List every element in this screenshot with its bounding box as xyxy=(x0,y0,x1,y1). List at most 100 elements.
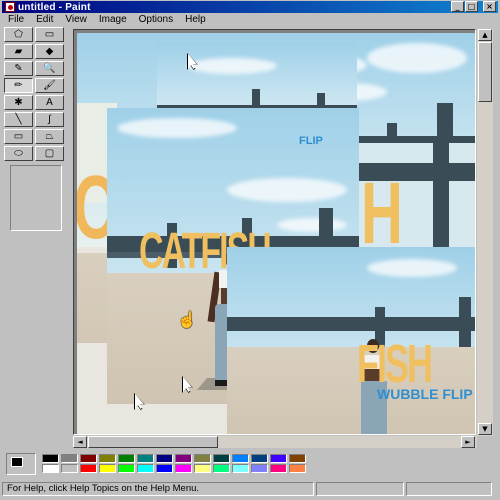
color-swatch[interactable] xyxy=(42,464,59,473)
polygon-tool-button[interactable]: ⏢ xyxy=(35,129,64,144)
menu-bar: File Edit View Image Options Help xyxy=(2,13,498,26)
line-icon: ╲ xyxy=(15,114,22,125)
vertical-scrollbar[interactable]: ▲ ▼ xyxy=(477,29,493,436)
collage-title-fragment-h-large: H xyxy=(361,165,403,253)
airbrush-tool-button[interactable]: ✱ xyxy=(4,95,33,110)
foreground-color-swatch[interactable] xyxy=(11,457,23,467)
menu-edit[interactable]: Edit xyxy=(30,14,59,25)
text-tool-button[interactable]: A xyxy=(35,95,64,110)
current-colors[interactable] xyxy=(6,453,36,475)
tool-grid: ⬠ ▭ ▰ ◆ ✎ 🔍 ✏ 🖌 ✱ A ╲ ∫ ▭ ⏢ ⬭ ▢ xyxy=(4,27,68,161)
color-swatch[interactable] xyxy=(213,454,230,463)
color-swatch[interactable] xyxy=(232,454,249,463)
ellipse-tool-button[interactable]: ⬭ xyxy=(4,146,33,161)
color-swatch[interactable] xyxy=(270,464,287,473)
scroll-left-button[interactable]: ◄ xyxy=(73,436,87,448)
color-palette xyxy=(4,451,314,477)
curve-tool-button[interactable]: ∫ xyxy=(35,112,64,127)
eraser-tool-button[interactable]: ▰ xyxy=(4,44,33,59)
menu-options[interactable]: Options xyxy=(133,14,179,25)
color-swatch[interactable] xyxy=(270,454,287,463)
collage-subtitle-bottom: WUBBLE FLIP xyxy=(377,386,473,402)
status-bar: For Help, click Help Topics on the Help … xyxy=(2,481,498,497)
collage-photo-bottom-right: FISH WUBBLE FLIP xyxy=(227,247,475,434)
color-swatch[interactable] xyxy=(137,464,154,473)
pencil-tool-button[interactable]: ✏ xyxy=(4,78,33,93)
brush-icon: 🖌 xyxy=(43,80,56,91)
free-form-select-tool-button[interactable]: ⬠ xyxy=(4,27,33,42)
title-bar[interactable]: untitled - Paint _ □ × xyxy=(2,1,498,13)
paint-window: untitled - Paint _ □ × File Edit View Im… xyxy=(0,0,500,500)
color-swatch[interactable] xyxy=(251,464,268,473)
select-tool-button[interactable]: ▭ xyxy=(35,27,64,42)
curve-icon: ∫ xyxy=(48,114,51,125)
color-swatches xyxy=(42,454,307,473)
title-buttons: _ □ × xyxy=(451,1,496,12)
color-swatch[interactable] xyxy=(289,464,306,473)
fill-icon: ◆ xyxy=(45,46,54,57)
select-icon: ▭ xyxy=(44,29,55,40)
canvas-area[interactable]: H C xyxy=(73,29,476,435)
vertical-scroll-thumb[interactable] xyxy=(478,42,492,102)
window-title: untitled - Paint xyxy=(18,1,91,13)
free-form-select-icon: ⬠ xyxy=(14,29,23,40)
menu-view[interactable]: View xyxy=(59,14,93,25)
color-swatch[interactable] xyxy=(80,454,97,463)
color-swatch[interactable] xyxy=(156,464,173,473)
collage-subtitle-fragment: FLIP xyxy=(299,135,323,147)
collage-photo-right-middle: H xyxy=(359,143,475,253)
color-swatch[interactable] xyxy=(137,454,154,463)
status-size xyxy=(406,482,492,496)
scroll-corner xyxy=(477,436,493,448)
color-swatch[interactable] xyxy=(232,464,249,473)
magnifier-icon: 🔍 xyxy=(43,63,56,74)
color-swatch[interactable] xyxy=(289,454,306,463)
color-swatch[interactable] xyxy=(99,454,116,463)
tool-options-box[interactable] xyxy=(10,165,62,231)
color-swatch[interactable] xyxy=(175,454,192,463)
toolbox: ⬠ ▭ ▰ ◆ ✎ 🔍 ✏ 🖌 ✱ A ╲ ∫ ▭ ⏢ ⬭ ▢ xyxy=(4,27,68,439)
close-button[interactable]: × xyxy=(483,1,496,12)
horizontal-scrollbar[interactable]: ◄ ► xyxy=(73,436,477,448)
color-swatch[interactable] xyxy=(61,454,78,463)
paint-app-icon[interactable] xyxy=(5,2,15,12)
color-swatch[interactable] xyxy=(99,464,116,473)
brush-tool-button[interactable]: 🖌 xyxy=(35,78,64,93)
menu-file[interactable]: File xyxy=(2,14,30,25)
scroll-down-button[interactable]: ▼ xyxy=(478,423,492,435)
color-swatch[interactable] xyxy=(175,464,192,473)
color-swatch[interactable] xyxy=(194,464,211,473)
pick-color-tool-button[interactable]: ✎ xyxy=(4,61,33,76)
color-swatch[interactable] xyxy=(118,464,135,473)
menu-help[interactable]: Help xyxy=(179,14,212,25)
scroll-right-button[interactable]: ► xyxy=(461,436,475,448)
rounded-rectangle-tool-button[interactable]: ▢ xyxy=(35,146,64,161)
canvas[interactable]: H C xyxy=(77,33,475,434)
airbrush-icon: ✱ xyxy=(14,97,23,108)
collage-title-fragment-fish: FISH xyxy=(357,332,433,394)
color-swatch[interactable] xyxy=(213,464,230,473)
fill-tool-button[interactable]: ◆ xyxy=(35,44,64,59)
scroll-up-button[interactable]: ▲ xyxy=(478,29,492,41)
line-tool-button[interactable]: ╲ xyxy=(4,112,33,127)
pick-color-icon: ✎ xyxy=(14,63,23,74)
color-swatch[interactable] xyxy=(80,464,97,473)
color-swatch[interactable] xyxy=(251,454,268,463)
minimize-button[interactable]: _ xyxy=(451,1,464,12)
rectangle-icon: ▭ xyxy=(13,131,24,142)
pencil-icon: ✏ xyxy=(14,80,23,91)
horizontal-scroll-thumb[interactable] xyxy=(88,436,218,448)
color-swatch[interactable] xyxy=(156,454,173,463)
menu-image[interactable]: Image xyxy=(93,14,133,25)
rectangle-tool-button[interactable]: ▭ xyxy=(4,129,33,144)
status-help-text: For Help, click Help Topics on the Help … xyxy=(2,482,314,496)
text-icon: A xyxy=(46,97,53,108)
maximize-button[interactable]: □ xyxy=(465,1,478,12)
color-swatch[interactable] xyxy=(194,454,211,463)
color-swatch[interactable] xyxy=(61,464,78,473)
eraser-icon: ▰ xyxy=(14,46,23,57)
rounded-rectangle-icon: ▢ xyxy=(44,148,55,159)
color-swatch[interactable] xyxy=(118,454,135,463)
color-swatch[interactable] xyxy=(42,454,59,463)
magnifier-tool-button[interactable]: 🔍 xyxy=(35,61,64,76)
